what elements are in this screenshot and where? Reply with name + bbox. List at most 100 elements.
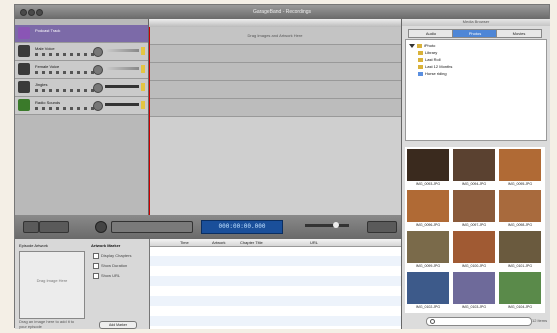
track-name: Jingles	[35, 82, 48, 87]
disclosure-triangle-icon[interactable]	[409, 43, 415, 48]
column-time[interactable]: Time	[180, 240, 189, 245]
photo-thumbnail[interactable]	[499, 149, 541, 181]
track-female-voice[interactable]: Female Voice	[15, 61, 148, 79]
list-row[interactable]	[150, 286, 401, 296]
photo-caption: IMG_0102.JPG	[415, 305, 441, 309]
tab-photos[interactable]: Photos	[452, 29, 498, 38]
master-volume-slider[interactable]	[305, 224, 349, 227]
photo-thumbnail[interactable]	[407, 190, 449, 222]
list-row[interactable]	[150, 256, 401, 266]
pan-knob[interactable]	[93, 83, 103, 93]
track-name: Male Voice	[35, 46, 55, 51]
column-url[interactable]: URL	[310, 240, 318, 245]
playback-controls[interactable]	[111, 221, 193, 233]
pan-knob[interactable]	[93, 101, 103, 111]
record-enable-icon[interactable]	[141, 101, 145, 109]
track-lane[interactable]	[149, 81, 401, 99]
pan-knob[interactable]	[93, 47, 103, 57]
female-voice-icon	[18, 63, 30, 75]
marker-list[interactable]: Time Artwork Chapter Title URL	[150, 239, 401, 329]
photo-caption: IMG_0103.JPG	[461, 305, 487, 309]
record-enable-icon[interactable]	[141, 65, 145, 73]
transport-bar: 000:00:00.000	[15, 215, 401, 239]
photo-caption: IMG_0097.JPG	[461, 223, 487, 227]
media-browser: Media Browser Audio Photos Movies iPhoto…	[401, 19, 550, 329]
tab-movies[interactable]: Movies	[496, 29, 542, 38]
photo-thumbnail[interactable]	[499, 231, 541, 263]
volume-meter[interactable]	[105, 85, 139, 88]
track-radio-sounds[interactable]: Radio Sounds	[15, 97, 148, 115]
volume-knob[interactable]	[333, 222, 339, 228]
list-row[interactable]	[150, 296, 401, 306]
title-bar: GarageBand - Recordings	[15, 5, 549, 19]
window-title: GarageBand - Recordings	[252, 9, 312, 15]
track-jingles[interactable]: Jingles	[15, 79, 148, 97]
photo-thumbnail[interactable]	[499, 190, 541, 222]
track-lane[interactable]	[149, 63, 401, 81]
artwork-well[interactable]: Drag Image Here	[19, 251, 85, 319]
iphoto-icon	[417, 43, 422, 48]
tree-item-last-12-months[interactable]: Last 12 Months	[418, 64, 452, 69]
tree-item-library[interactable]: Library	[418, 50, 437, 55]
photo-thumbnail[interactable]	[453, 149, 495, 181]
photo-thumbnail[interactable]	[499, 272, 541, 304]
option-label: Show URL	[101, 273, 121, 278]
list-row[interactable]	[150, 316, 401, 326]
podcast-lane[interactable]: Drag Images and Artwork Here	[149, 27, 401, 45]
photo-caption: IMG_0094.JPG	[461, 182, 487, 186]
photo-thumbnail[interactable]	[407, 272, 449, 304]
tab-audio[interactable]: Audio	[408, 29, 454, 38]
track-lane[interactable]	[149, 99, 401, 117]
display-chapters-checkbox[interactable]	[93, 253, 99, 259]
track-podcast[interactable]: Podcast Track	[15, 25, 148, 43]
list-row[interactable]	[150, 306, 401, 316]
track-buttons[interactable]	[35, 71, 95, 74]
show-url-checkbox[interactable]	[93, 273, 99, 279]
track-male-voice[interactable]: Male Voice	[15, 43, 148, 61]
jingles-icon	[18, 81, 30, 93]
show-duration-checkbox[interactable]	[93, 263, 99, 269]
photo-thumbnail[interactable]	[407, 149, 449, 181]
editor-button[interactable]	[39, 221, 69, 233]
photo-thumbnail[interactable]	[453, 272, 495, 304]
pan-knob[interactable]	[93, 65, 103, 75]
media-browser-button[interactable]	[367, 221, 397, 233]
library-icon	[418, 50, 423, 55]
lcd-display[interactable]: 000:00:00.000	[201, 220, 283, 234]
photo-caption: IMG_0098.JPG	[507, 223, 533, 227]
tree-item-last-roll[interactable]: Last Roll	[418, 57, 441, 62]
option-label: Show Duration	[101, 263, 128, 268]
list-row[interactable]	[150, 276, 401, 286]
playhead[interactable]	[149, 27, 150, 215]
column-chapter-title[interactable]: Chapter Title	[240, 240, 263, 245]
photo-caption: IMG_0101.JPG	[507, 264, 533, 268]
tree-item-iphoto[interactable]: iPhoto	[409, 43, 435, 48]
track-buttons[interactable]	[35, 107, 95, 110]
volume-meter[interactable]	[105, 103, 139, 106]
last-roll-icon	[418, 57, 423, 62]
track-buttons[interactable]	[35, 89, 95, 92]
record-enable-icon[interactable]	[141, 47, 145, 55]
photo-thumbnail[interactable]	[407, 231, 449, 263]
tree-item-album[interactable]: Horse riding	[418, 71, 447, 76]
search-field[interactable]	[426, 317, 532, 326]
list-row[interactable]	[150, 266, 401, 276]
marker-heading: Artwork Marker	[91, 243, 121, 248]
track-buttons[interactable]	[35, 53, 95, 56]
column-artwork[interactable]: Artwork	[212, 240, 226, 245]
photo-source-tree[interactable]: iPhoto Library Last Roll Last 12 Months …	[405, 39, 547, 141]
list-row[interactable]	[150, 246, 401, 256]
timeline-area[interactable]: Drag Images and Artwork Here	[149, 19, 401, 215]
record-button[interactable]	[95, 221, 107, 233]
track-lane[interactable]	[149, 45, 401, 63]
add-marker-button[interactable]: Add Marker	[99, 321, 137, 329]
volume-meter[interactable]	[105, 49, 139, 52]
record-enable-icon[interactable]	[141, 83, 145, 91]
photo-grid[interactable]: IMG_0093.JPG IMG_0094.JPG IMG_0095.JPG IMG_…	[405, 147, 545, 313]
photo-thumbnail[interactable]	[453, 190, 495, 222]
track-name: Radio Sounds	[35, 100, 61, 105]
add-track-button[interactable]	[23, 221, 39, 233]
volume-meter[interactable]	[105, 67, 139, 70]
photo-thumbnail[interactable]	[453, 231, 495, 263]
search-icon	[430, 319, 435, 324]
